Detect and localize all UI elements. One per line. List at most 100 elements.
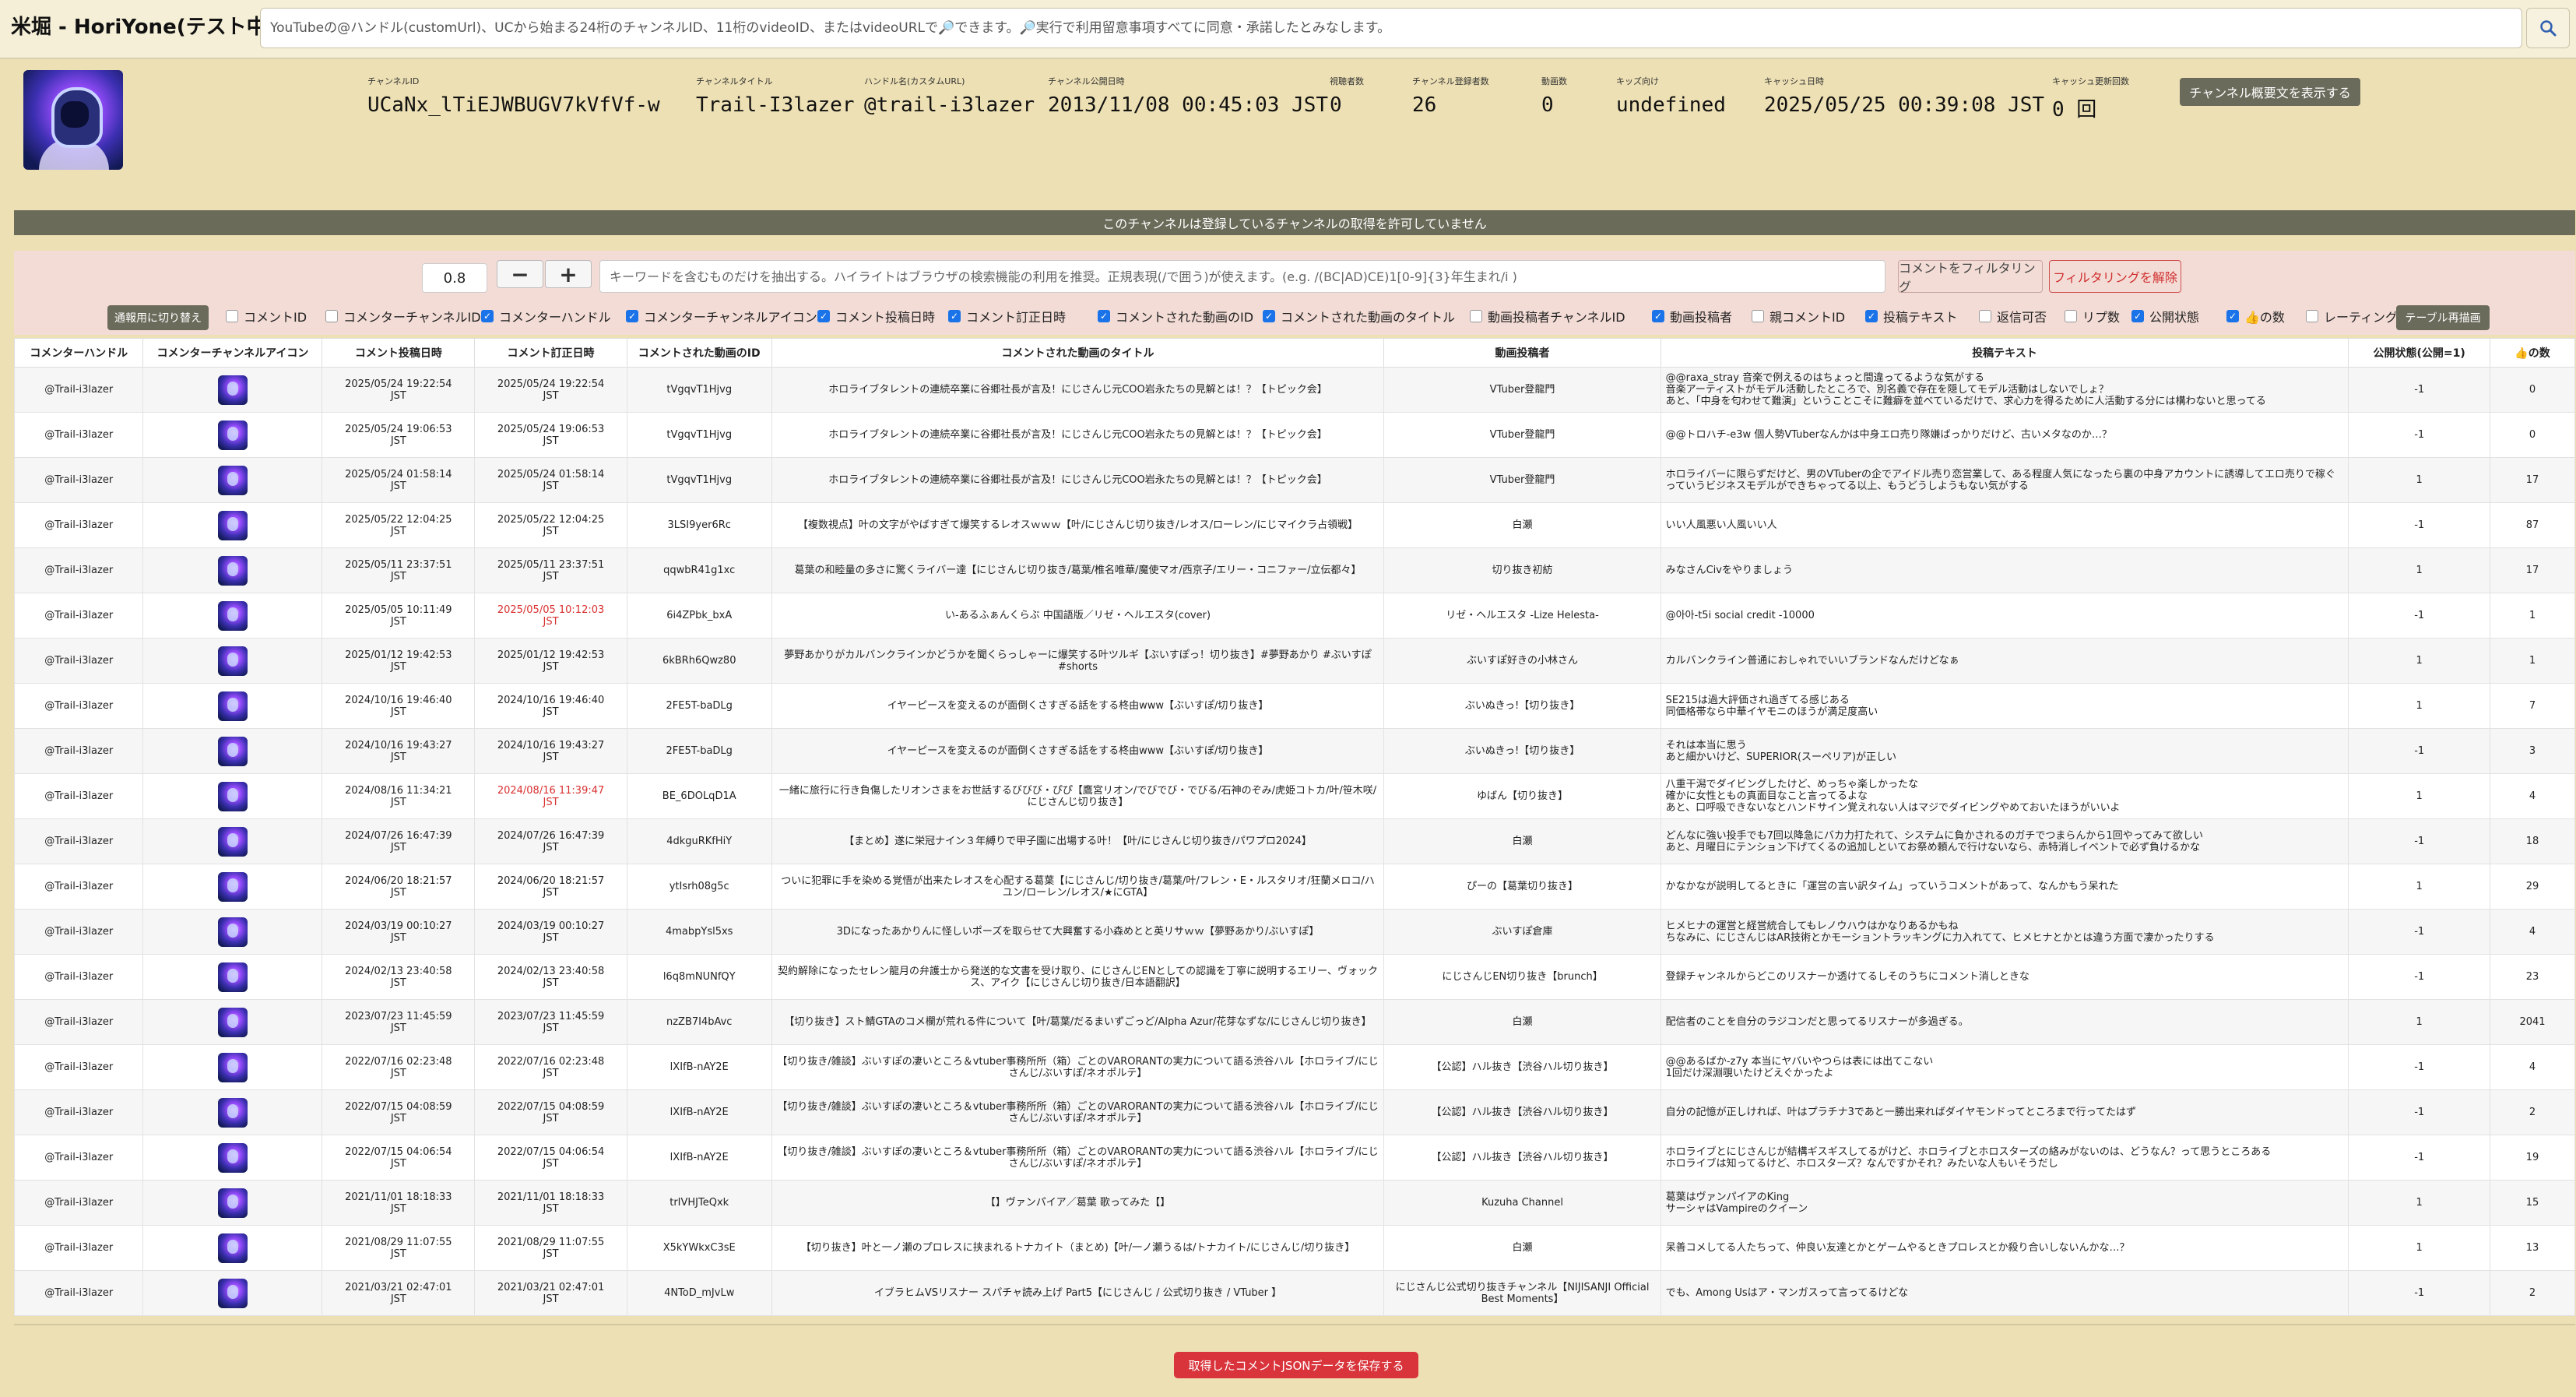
column-toggle[interactable]: リプ数	[2065, 307, 2120, 325]
commenter-avatar-icon[interactable]	[217, 1097, 248, 1128]
checkbox-unchecked-icon[interactable]	[2065, 310, 2077, 322]
checkbox-checked-icon[interactable]: ✓	[1652, 310, 1664, 322]
decrement-button[interactable]: −	[497, 260, 543, 288]
column-toggle[interactable]: コメンターチャンネルID	[325, 307, 481, 325]
like-count: 17	[2489, 457, 2576, 503]
commenter-avatar-icon[interactable]	[217, 510, 248, 540]
commenter-avatar-icon[interactable]	[217, 420, 248, 450]
commenter-icon-cell	[142, 1180, 323, 1226]
checkbox-unchecked-icon[interactable]	[2306, 310, 2318, 322]
checkbox-checked-icon[interactable]: ✓	[948, 310, 961, 322]
video-id: l6q8mNUNfQY	[626, 954, 772, 1000]
checkbox-unchecked-icon[interactable]	[1752, 310, 1764, 322]
column-header[interactable]: コメントされた動画のタイトル	[771, 338, 1385, 368]
video-uploader: ゆばん【切り抜き】	[1383, 773, 1661, 819]
checkbox-checked-icon[interactable]: ✓	[481, 310, 494, 322]
commenter-avatar-icon[interactable]	[217, 375, 248, 405]
commenter-avatar-icon[interactable]	[217, 1142, 248, 1173]
commenter-avatar-icon[interactable]	[217, 917, 248, 947]
increment-button[interactable]: +	[545, 260, 592, 288]
commenter-avatar-icon[interactable]	[217, 1233, 248, 1263]
column-toggle[interactable]: ✓ 動画投稿者	[1652, 307, 1732, 325]
filter-comments-button[interactable]: コメントをフィルタリング	[1898, 260, 2043, 294]
commenter-avatar-icon[interactable]	[217, 736, 248, 766]
edited-at: 2021/03/21 02:47:01 JST	[474, 1270, 627, 1316]
column-toggle[interactable]: レーティング	[2306, 307, 2398, 325]
commenter-avatar-icon[interactable]	[217, 781, 248, 811]
column-toggle[interactable]: ✓ 投稿テキスト	[1865, 307, 1958, 325]
commenter-avatar-icon[interactable]	[217, 871, 248, 902]
column-header[interactable]: 動画投稿者	[1383, 338, 1661, 368]
column-toggle[interactable]: ✓ 公開状態	[2131, 307, 2199, 325]
column-toggle[interactable]: ✓ 👍の数	[2226, 307, 2285, 325]
checkbox-checked-icon[interactable]: ✓	[2131, 310, 2144, 322]
commenter-avatar-icon[interactable]	[217, 1278, 248, 1308]
column-header[interactable]: 公開状態(公開=1)	[2348, 338, 2490, 368]
save-json-button[interactable]: 取得したコメントJSONデータを保存する	[1174, 1352, 1418, 1378]
column-header[interactable]: コメント訂正日時	[474, 338, 627, 368]
checkbox-unchecked-icon[interactable]	[1470, 310, 1482, 322]
checkbox-checked-icon[interactable]: ✓	[1865, 310, 1878, 322]
commenter-avatar-icon[interactable]	[217, 646, 248, 676]
keyword-filter-input[interactable]	[599, 260, 1885, 293]
column-toggle[interactable]: 返信可否	[1979, 307, 2047, 325]
video-id: 3LSI9yer6Rc	[626, 502, 772, 548]
search-input[interactable]	[260, 8, 2522, 48]
column-toggle[interactable]: コメントID	[226, 307, 307, 325]
edited-at: 2024/10/16 19:43:27 JST	[474, 728, 627, 774]
commenter-avatar-icon[interactable]	[217, 826, 248, 857]
checkbox-unchecked-icon[interactable]	[325, 310, 338, 322]
posted-at: 2025/05/24 19:06:53 JST	[322, 412, 476, 458]
video-uploader: ぶいぬきっ!【切り抜き】	[1383, 683, 1661, 729]
column-header[interactable]: コメント投稿日時	[322, 338, 476, 368]
checkbox-checked-icon[interactable]: ✓	[817, 310, 830, 322]
commenter-handle: @Trail-i3lazer	[13, 1089, 144, 1135]
column-header[interactable]: 投稿テキスト	[1660, 338, 2349, 368]
public-status: -1	[2348, 1044, 2490, 1090]
clear-filter-button[interactable]: フィルタリングを解除	[2049, 260, 2181, 293]
posted-at: 2025/05/22 12:04:25 JST	[322, 502, 476, 548]
column-toggle[interactable]: ✓ コメント投稿日時	[817, 307, 935, 325]
column-toggle[interactable]: ✓ コメントされた動画のID	[1098, 307, 1253, 325]
video-id: tVgqvT1Hjvg	[626, 412, 772, 458]
checkbox-checked-icon[interactable]: ✓	[626, 310, 638, 322]
commenter-avatar-icon[interactable]	[217, 1052, 248, 1082]
commenter-avatar-icon[interactable]	[217, 465, 248, 495]
report-mode-button[interactable]: 通報用に切り替え	[107, 305, 209, 330]
search-button[interactable]	[2526, 8, 2570, 48]
column-toggle-label: リプ数	[2082, 310, 2121, 325]
column-toggle[interactable]: ✓ コメンターチャンネルアイコン	[626, 307, 817, 325]
channel-info-panel: チャンネルID UCaNx_lTiEJWBUGV7kVfVf-w チャンネルタイ…	[0, 59, 2576, 199]
column-header[interactable]: 👍の数	[2489, 338, 2576, 368]
column-header[interactable]: コメンターチャンネルアイコン	[142, 338, 323, 368]
show-description-button[interactable]: チャンネル概要文を表示する	[2180, 78, 2360, 106]
video-title: 葛葉の和睦量の多さに驚くライバー達【にじさんじ切り抜き/葛葉/椎名唯華/魔使マオ…	[771, 547, 1385, 593]
info-value: UCaNx_lTiEJWBUGV7kVfVf-w	[367, 93, 660, 117]
checkbox-unchecked-icon[interactable]	[1979, 310, 1991, 322]
checkbox-checked-icon[interactable]: ✓	[1263, 310, 1275, 322]
column-toggle[interactable]: 親コメントID	[1752, 307, 1845, 325]
checkbox-unchecked-icon[interactable]	[226, 310, 238, 322]
commenter-avatar-icon[interactable]	[217, 691, 248, 721]
posted-at: 2022/07/15 04:06:54 JST	[322, 1135, 476, 1181]
commenter-avatar-icon[interactable]	[217, 555, 248, 586]
column-toggle[interactable]: ✓ コメンターハンドル	[481, 307, 611, 325]
video-id: tVgqvT1Hjvg	[626, 457, 772, 503]
checkbox-checked-icon[interactable]: ✓	[2226, 310, 2239, 322]
warning-banner: このチャンネルは登録しているチャンネルの取得を許可していません	[14, 210, 2575, 235]
commenter-avatar-icon[interactable]	[217, 1007, 248, 1037]
video-id: lXIfB-nAY2E	[626, 1044, 772, 1090]
column-header[interactable]: コメンターハンドル	[13, 338, 144, 368]
column-header[interactable]: コメントされた動画のID	[626, 338, 772, 368]
column-toggle[interactable]: ✓ コメント訂正日時	[948, 307, 1066, 325]
threshold-input[interactable]: 0.8	[422, 263, 487, 293]
info-label: キッズ向け	[1616, 76, 1659, 86]
checkbox-checked-icon[interactable]: ✓	[1098, 310, 1110, 322]
column-toggle[interactable]: ✓ コメントされた動画のタイトル	[1263, 307, 1455, 325]
redraw-table-button[interactable]: テーブル再描画	[2396, 305, 2490, 330]
commenter-avatar-icon[interactable]	[217, 1188, 248, 1218]
table-row: @Trail-i3lazer 2025/05/11 23:37:51 JST 202…	[13, 547, 2576, 593]
commenter-avatar-icon[interactable]	[217, 600, 248, 631]
commenter-avatar-icon[interactable]	[217, 962, 248, 992]
column-toggle[interactable]: 動画投稿者チャンネルID	[1470, 307, 1625, 325]
